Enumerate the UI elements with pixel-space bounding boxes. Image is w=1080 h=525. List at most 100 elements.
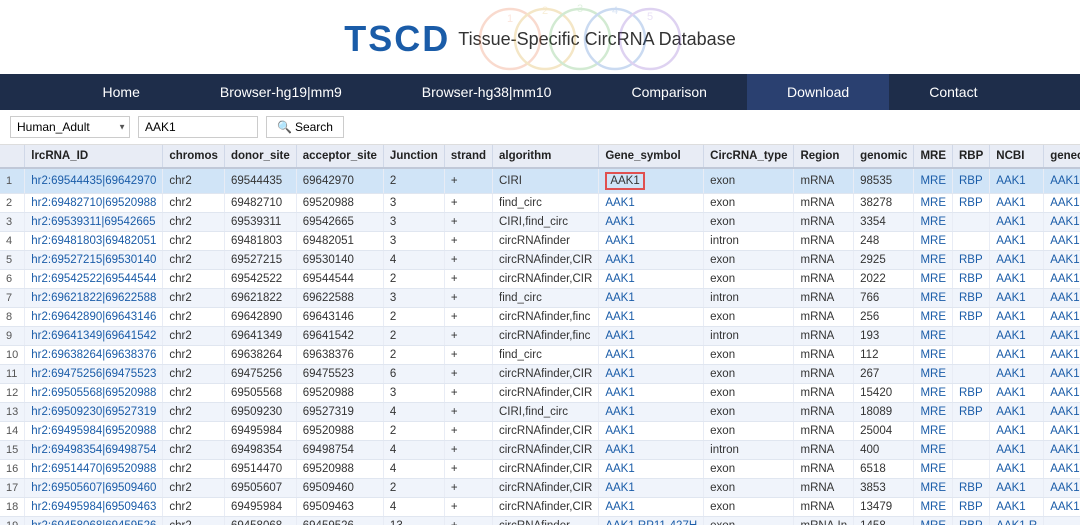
nav-item-browser-hg38[interactable]: Browser-hg38|mm10 bbox=[382, 74, 592, 110]
row-number: 13 bbox=[0, 403, 25, 422]
cell-CircRNA_type: exon bbox=[704, 479, 794, 498]
ncbi-link: AAK1 bbox=[990, 289, 1044, 308]
rbp-link: RBP bbox=[953, 517, 990, 525]
col-header-CircRNA_type: CircRNA_type bbox=[704, 145, 794, 168]
rbp-link: RBP bbox=[953, 168, 990, 194]
cell-donor_site: 69505568 bbox=[224, 384, 296, 403]
nav-item-browser-hg19[interactable]: Browser-hg19|mm9 bbox=[180, 74, 382, 110]
ncbi-link: AAK1 bbox=[990, 365, 1044, 384]
cell-strand: + bbox=[444, 168, 492, 194]
cell-Region: mRNA bbox=[794, 251, 854, 270]
cell-Junction: 2 bbox=[383, 479, 444, 498]
nav-item-home[interactable]: Home bbox=[63, 74, 180, 110]
cell-Region: mRNA bbox=[794, 384, 854, 403]
rbp-link: RBP bbox=[953, 308, 990, 327]
cell-chromos: chr2 bbox=[163, 422, 225, 441]
cell-algorithm: find_circ bbox=[493, 289, 599, 308]
gene-symbol: AAK1 bbox=[599, 270, 704, 289]
table-row: 17hr2:69505607|69509460chr26950560769509… bbox=[0, 479, 1080, 498]
gene-symbol: AAK1 bbox=[599, 365, 704, 384]
cell-strand: + bbox=[444, 365, 492, 384]
table-header: lrcRNA_IDchromosdonor_siteacceptor_siteJ… bbox=[0, 145, 1080, 168]
cell-genomic: 2925 bbox=[854, 251, 914, 270]
ncbi-link: AAK1 bbox=[990, 270, 1044, 289]
col-header-chromos: chromos bbox=[163, 145, 225, 168]
mre-link: MRE bbox=[914, 460, 953, 479]
cell-genomic: 15420 bbox=[854, 384, 914, 403]
cell-genomic: 3853 bbox=[854, 479, 914, 498]
row-number: 9 bbox=[0, 327, 25, 346]
search-button[interactable]: 🔍 Search bbox=[266, 116, 344, 138]
cell-strand: + bbox=[444, 460, 492, 479]
cell-donor_site: 69482710 bbox=[224, 194, 296, 213]
row-number: 10 bbox=[0, 346, 25, 365]
table-row: 2hr2:69482710|69520988chr269482710695209… bbox=[0, 194, 1080, 213]
species-dropdown[interactable]: Human_AdultHuman_FetalMouse_AdultMouse_F… bbox=[10, 116, 130, 138]
cell-algorithm: circRNAfinder,finc bbox=[493, 308, 599, 327]
circrna-id: hr2:69458068|69459526 bbox=[25, 517, 163, 525]
cell-algorithm: circRNAfinder,CIR bbox=[493, 441, 599, 460]
cell-donor_site: 69539311 bbox=[224, 213, 296, 232]
search-input[interactable] bbox=[138, 116, 258, 138]
cell-strand: + bbox=[444, 498, 492, 517]
cell-strand: + bbox=[444, 194, 492, 213]
col-header-MRE: MRE bbox=[914, 145, 953, 168]
cell-CircRNA_type: intron bbox=[704, 327, 794, 346]
gene-symbol: AAK1 bbox=[599, 422, 704, 441]
genecards-link: AAK1 bbox=[1044, 460, 1080, 479]
cell-Region: mRNA bbox=[794, 270, 854, 289]
mre-link: MRE bbox=[914, 365, 953, 384]
nav-item-contact[interactable]: Contact bbox=[889, 74, 1017, 110]
cell-donor_site: 69542522 bbox=[224, 270, 296, 289]
cell-strand: + bbox=[444, 251, 492, 270]
table-row: 13hr2:69509230|69527319chr26950923069527… bbox=[0, 403, 1080, 422]
cell-chromos: chr2 bbox=[163, 498, 225, 517]
cell-Junction: 3 bbox=[383, 289, 444, 308]
cell-chromos: chr2 bbox=[163, 168, 225, 194]
cell-algorithm: CIRI,find_circ bbox=[493, 213, 599, 232]
cell-acceptor_site: 69498754 bbox=[296, 441, 383, 460]
cell-genomic: 18089 bbox=[854, 403, 914, 422]
cell-Region: mRNA bbox=[794, 422, 854, 441]
table-row: 8hr2:69642890|69643146chr269642890696431… bbox=[0, 308, 1080, 327]
cell-donor_site: 69475256 bbox=[224, 365, 296, 384]
mre-link: MRE bbox=[914, 251, 953, 270]
nav-item-comparison[interactable]: Comparison bbox=[591, 74, 746, 110]
genecards-link: AAK1 bbox=[1044, 251, 1080, 270]
col-header-NCBI: NCBI bbox=[990, 145, 1044, 168]
ncbi-link: AAK1 bbox=[990, 213, 1044, 232]
cell-genomic: 25004 bbox=[854, 422, 914, 441]
cell-RBP bbox=[953, 346, 990, 365]
cell-CircRNA_type: exon bbox=[704, 403, 794, 422]
cell-CircRNA_type: exon bbox=[704, 270, 794, 289]
table-row: 1hr2:69544435|69642970chr269544435696429… bbox=[0, 168, 1080, 194]
col-header-genomic: genomic bbox=[854, 145, 914, 168]
cell-acceptor_site: 69520988 bbox=[296, 194, 383, 213]
cell-genomic: 3354 bbox=[854, 213, 914, 232]
col-header-row_num bbox=[0, 145, 25, 168]
rbp-link: RBP bbox=[953, 498, 990, 517]
gene-symbol: AAK1 bbox=[599, 289, 704, 308]
col-header-Junction: Junction bbox=[383, 145, 444, 168]
logo-decoration: 1 2 3 4 5 bbox=[290, 4, 790, 74]
nav-item-download[interactable]: Download bbox=[747, 74, 889, 110]
cell-genomic: 267 bbox=[854, 365, 914, 384]
cell-acceptor_site: 69520988 bbox=[296, 384, 383, 403]
table-row: 12hr2:69505568|69520988chr26950556869520… bbox=[0, 384, 1080, 403]
gene-symbol: AAK1 bbox=[599, 460, 704, 479]
cell-algorithm: find_circ bbox=[493, 194, 599, 213]
row-number: 15 bbox=[0, 441, 25, 460]
rbp-link: RBP bbox=[953, 251, 990, 270]
cell-algorithm: circRNAfinder,finc bbox=[493, 327, 599, 346]
gene-symbol: AAK1 bbox=[599, 213, 704, 232]
ncbi-link: AAK1 bbox=[990, 232, 1044, 251]
cell-donor_site: 69514470 bbox=[224, 460, 296, 479]
cell-genomic: 256 bbox=[854, 308, 914, 327]
cell-Region: mRNA bbox=[794, 498, 854, 517]
cell-donor_site: 69641349 bbox=[224, 327, 296, 346]
cell-strand: + bbox=[444, 308, 492, 327]
cell-Junction: 6 bbox=[383, 365, 444, 384]
rbp-link: RBP bbox=[953, 403, 990, 422]
genecards-link: AAK1 bbox=[1044, 346, 1080, 365]
cell-Junction: 2 bbox=[383, 327, 444, 346]
